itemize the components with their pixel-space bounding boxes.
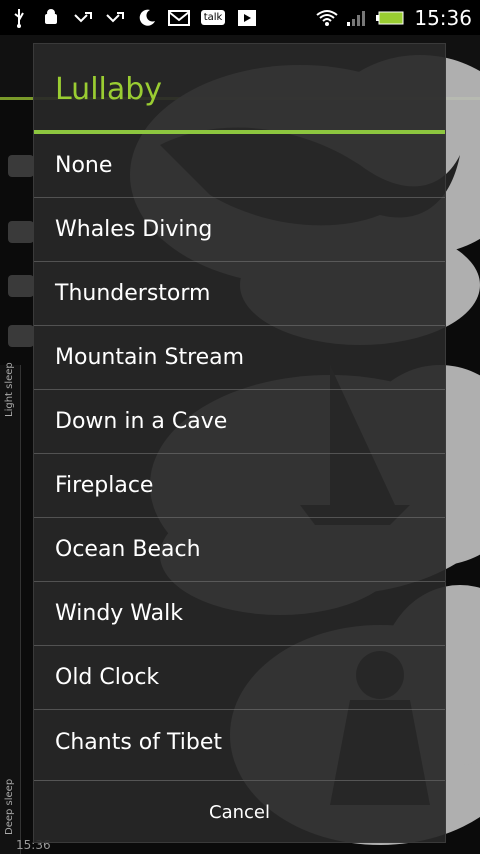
cancel-button[interactable]: Cancel	[34, 781, 445, 843]
option-label: Chants of Tibet	[55, 729, 223, 755]
option-down-in-a-cave[interactable]: Down in a Cave	[34, 390, 445, 454]
option-whales-diving[interactable]: Whales Diving	[34, 198, 445, 262]
dialog-header: Lullaby	[34, 44, 445, 130]
gmail-icon	[168, 8, 190, 28]
missed-call-icon	[72, 8, 94, 28]
option-label: Old Clock	[55, 665, 160, 690]
option-none[interactable]: None	[34, 134, 445, 198]
bg-alarm-icon	[8, 221, 34, 243]
dialog-title: Lullaby	[55, 72, 163, 107]
deep-sleep-label: Deep sleep	[4, 778, 15, 835]
notification-icons: talk	[8, 8, 258, 28]
signal-icon	[346, 8, 368, 28]
light-sleep-label: Light sleep	[4, 362, 15, 417]
talk-icon: talk	[200, 8, 226, 28]
play-store-icon	[236, 8, 258, 28]
talk-icon-label: talk	[200, 10, 226, 25]
option-label: None	[55, 153, 113, 178]
moon-icon	[136, 8, 158, 28]
bg-pause-icon	[8, 155, 34, 177]
bg-airplane-icon	[8, 325, 34, 347]
option-old-clock[interactable]: Old Clock	[34, 646, 445, 710]
option-label: Thunderstorm	[55, 281, 211, 306]
clock: 15:36	[414, 5, 472, 30]
android-debug-icon	[40, 8, 62, 28]
dialog-footer: Cancel	[34, 780, 445, 843]
missed-call-icon	[104, 8, 126, 28]
option-chants-of-tibet[interactable]: Chants of Tibet	[34, 710, 445, 774]
lullaby-options: None Whales Diving Thunderstorm Mountain…	[34, 134, 445, 774]
option-windy-walk[interactable]: Windy Walk	[34, 582, 445, 646]
option-label: Whales Diving	[55, 217, 213, 242]
wifi-icon	[316, 8, 338, 28]
option-label: Down in a Cave	[55, 409, 228, 434]
status-bar: talk 15:36	[0, 0, 480, 35]
option-label: Fireplace	[55, 473, 154, 498]
option-label: Ocean Beach	[55, 537, 201, 562]
bg-bed-icon	[8, 275, 34, 297]
option-label: Windy Walk	[55, 601, 183, 626]
usb-icon	[8, 8, 30, 28]
lullaby-dialog: Lullaby None Whales Diving Thunderstorm …	[34, 44, 445, 842]
option-ocean-beach[interactable]: Ocean Beach	[34, 518, 445, 582]
option-label: Mountain Stream	[55, 345, 245, 370]
battery-icon	[376, 8, 406, 28]
system-icons: 15:36	[316, 6, 472, 30]
option-mountain-stream[interactable]: Mountain Stream	[34, 326, 445, 390]
option-fireplace[interactable]: Fireplace	[34, 454, 445, 518]
option-thunderstorm[interactable]: Thunderstorm	[34, 262, 445, 326]
